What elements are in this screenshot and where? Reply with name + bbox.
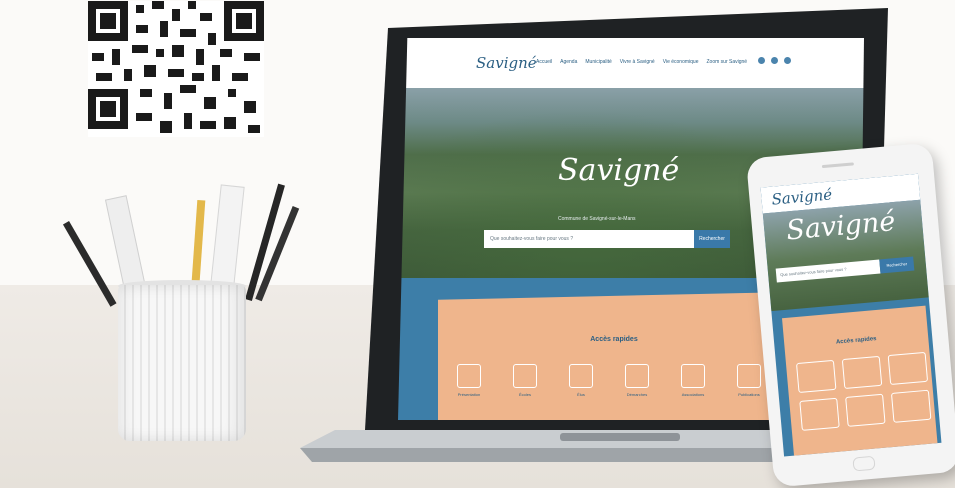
menu-item-zoom[interactable]: Zoom sur Savigné (707, 59, 748, 65)
presentation-icon (457, 364, 481, 388)
social-links (758, 57, 791, 64)
smartphone: Savigné Savigné Que souhaitez-vous faire… (745, 142, 955, 488)
quick-access-label: Publications (738, 392, 760, 397)
quick-access-label: Associations (681, 392, 705, 397)
hero-subtitle: Commune de Savigné-sur-le-Mans (558, 216, 636, 222)
quick-access-item[interactable]: Écoles (506, 364, 544, 397)
quick-access-item[interactable]: Élus (562, 364, 600, 397)
youtube-icon[interactable] (784, 57, 791, 64)
main-menu: Accueil Agenda Municipalité Vivre à Savi… (536, 59, 747, 65)
document-icon (625, 364, 649, 388)
search-button[interactable]: Rechercher (694, 230, 730, 248)
quick-access-label: Présentation (457, 392, 481, 397)
phone-quick-access-item[interactable] (890, 389, 932, 423)
quick-access-title: Accès rapides (590, 336, 638, 343)
phone-quick-access-item[interactable] (887, 351, 929, 386)
phone-quick-access-item[interactable] (841, 355, 883, 390)
phone-quick-access-grid (795, 351, 932, 431)
menu-item-vie-economique[interactable]: Vie économique (663, 59, 699, 65)
quick-access-item[interactable]: Associations (674, 364, 712, 397)
phone-quick-access-item[interactable] (795, 359, 837, 394)
instagram-icon[interactable] (771, 57, 778, 64)
school-icon (513, 364, 537, 388)
search-input[interactable]: Que souhaitez-vous faire pour vous ? (484, 230, 694, 248)
quick-access-label: Écoles (518, 392, 531, 397)
menu-item-agenda[interactable]: Agenda (560, 59, 577, 65)
quick-access-label: Démarches (626, 392, 648, 397)
association-icon (681, 364, 705, 388)
phone-quick-access-item[interactable] (799, 397, 840, 431)
quick-access-list: Présentation Écoles Élus Démarches Assoc… (450, 364, 768, 397)
facebook-icon[interactable] (758, 57, 765, 64)
hero-title: Savigné (558, 153, 680, 188)
quick-access-label: Élus (577, 392, 585, 397)
people-icon (569, 364, 593, 388)
phone-screen: Savigné Savigné Que souhaitez-vous faire… (760, 173, 942, 457)
quick-access-item[interactable]: Présentation (450, 364, 488, 397)
phone-home-button[interactable] (852, 455, 876, 472)
phone-quick-access-title: Accès rapides (835, 336, 877, 346)
quick-access-item[interactable]: Démarches (618, 364, 656, 397)
site-logo[interactable]: Savigné (476, 54, 537, 72)
site-header: Savigné Accueil Agenda Municipalité Vivr… (398, 38, 864, 88)
phone-speaker (821, 162, 854, 169)
menu-item-accueil[interactable]: Accueil (536, 59, 552, 65)
phone-quick-access-item[interactable] (845, 393, 886, 427)
quick-access-item[interactable]: Publications (730, 364, 768, 397)
phone-site-logo[interactable]: Savigné (771, 185, 833, 208)
quick-access-panel: Accès rapides Présentation Écoles Élus D… (438, 292, 790, 420)
menu-item-municipalite[interactable]: Municipalité (585, 59, 611, 65)
menu-item-vivre[interactable]: Vivre à Savigné (620, 59, 655, 65)
phone-quick-access-panel: Accès rapides (782, 305, 939, 457)
publication-icon (737, 364, 761, 388)
phone-search-button[interactable]: Rechercher (879, 256, 915, 274)
